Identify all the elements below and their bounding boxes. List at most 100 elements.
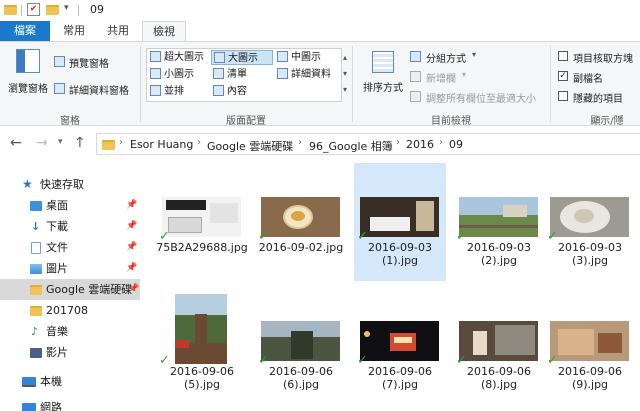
size-all-columns-label: 調整所有欄位至最適大小: [426, 94, 536, 105]
file-tile[interactable]: ✓ 2016-09-06 (8).jpg: [453, 287, 545, 405]
breadcrumb-2016[interactable]: 2016: [406, 138, 434, 151]
nav-item-label: Google 雲端硬碟: [46, 283, 133, 296]
details-pane-label: 詳細資料窗格: [69, 86, 129, 97]
chevron-right-icon: ›: [396, 137, 400, 148]
tiles-icon: [150, 85, 161, 96]
nav-this-pc[interactable]: 本機: [0, 371, 140, 392]
breadcrumb-google-photos[interactable]: 96_Google 相簿: [309, 138, 393, 154]
nav-item-label: 文件: [46, 241, 68, 254]
music-icon: ♪: [31, 325, 39, 338]
layout-item-label: 超大圖示: [164, 52, 204, 63]
chevron-right-icon: ›: [298, 137, 302, 148]
medium-icons-icon: [277, 51, 288, 62]
large-icons-icon: [214, 52, 225, 63]
file-name: 75B2A29688.jpg: [156, 241, 248, 254]
file-thumbnail: [360, 321, 439, 361]
content-icon: [213, 85, 224, 96]
sort-by-button[interactable]: 排序方式: [360, 47, 406, 107]
layout-small-icons[interactable]: 小圖示: [148, 67, 210, 82]
file-tile[interactable]: ✓ 2016-09-02.jpg: [255, 163, 347, 281]
star-icon: ★: [22, 177, 33, 191]
layout-medium-icons[interactable]: 中圖示: [275, 50, 339, 65]
nav-item-music[interactable]: ♪ 音樂: [0, 321, 140, 342]
forward-arrow-icon[interactable]: →: [36, 135, 48, 151]
file-name: 2016-09-06 (7).jpg: [354, 365, 446, 391]
navigation-pane-label: 瀏覽窗格: [8, 84, 48, 95]
item-checkboxes-checkbox[interactable]: [558, 51, 568, 61]
nav-item-201708[interactable]: 201708: [0, 300, 140, 321]
pin-icon[interactable]: 📌: [126, 258, 137, 279]
file-name: 2016-09-06 (5).jpg: [156, 365, 248, 391]
navigation-pane-button[interactable]: 瀏覽窗格: [6, 47, 50, 109]
tab-home[interactable]: 常用: [52, 21, 96, 41]
ribbon-tabs: 檔案 常用 共用 檢視: [0, 21, 640, 41]
back-arrow-icon[interactable]: ←: [10, 135, 22, 151]
file-name-line1: 2016-09-06: [269, 365, 333, 378]
navigation-pane: ★ 快速存取 桌面 📌 ↓ 下載 📌 文件 📌 圖片 📌 Google 雲端硬碟…: [0, 161, 142, 411]
file-thumbnail: [360, 197, 439, 237]
nav-item-label: 音樂: [46, 325, 68, 338]
nav-item-pictures[interactable]: 圖片 📌: [0, 258, 140, 279]
nav-quick-access[interactable]: ★ 快速存取: [0, 174, 140, 195]
file-tile[interactable]: ✓ 2016-09-06 (5).jpg: [156, 287, 248, 405]
file-tile[interactable]: ✓ 2016-09-06 (7).jpg: [354, 287, 446, 405]
nav-item-documents[interactable]: 文件 📌: [0, 237, 140, 258]
details-icon: [277, 68, 288, 79]
file-tile[interactable]: ✓ 2016-09-06 (6).jpg: [255, 287, 347, 405]
pin-icon[interactable]: 📌: [126, 195, 137, 216]
layout-details[interactable]: 詳細資料: [275, 67, 339, 82]
divider: [550, 46, 551, 122]
breadcrumb-09[interactable]: 09: [449, 138, 463, 151]
file-tile[interactable]: ✓ 2016-09-06 (9).jpg: [544, 287, 636, 405]
file-name-line2: (5).jpg: [183, 378, 221, 391]
up-arrow-icon[interactable]: ↑: [74, 135, 86, 151]
customize-quick-access-icon[interactable]: ▾: [64, 3, 69, 13]
nav-item-videos[interactable]: 影片: [0, 342, 140, 363]
layout-list[interactable]: 清單: [211, 67, 273, 82]
preview-pane-icon: [54, 56, 65, 67]
new-folder-icon[interactable]: [46, 5, 59, 15]
breadcrumb-user[interactable]: Esor Huang: [130, 138, 193, 151]
current-view-group-label: 目前檢視: [431, 116, 471, 127]
file-extensions-checkbox[interactable]: ✓: [558, 71, 568, 81]
layout-content[interactable]: 內容: [211, 84, 273, 99]
folder-icon: [30, 306, 42, 316]
hidden-items-checkbox[interactable]: [558, 91, 568, 101]
breadcrumb-google-drive[interactable]: Google 雲端硬碟: [207, 138, 293, 154]
tab-view[interactable]: 檢視: [142, 21, 186, 41]
file-name-line1: 2016-09-06: [467, 365, 531, 378]
tab-file[interactable]: 檔案: [0, 21, 50, 41]
pin-icon[interactable]: 📌: [128, 279, 139, 300]
pin-icon[interactable]: 📌: [126, 216, 137, 237]
file-name-line2: (7).jpg: [381, 378, 419, 391]
layout-scroll-buttons[interactable]: ▴ ▾ ▾: [340, 50, 350, 100]
address-bar-row: ← → ▾ ↑ › Esor Huang › Google 雲端硬碟 › 96_…: [0, 127, 640, 161]
properties-icon[interactable]: ✔: [27, 3, 40, 16]
file-tile[interactable]: ✓ 2016-09-03 (2).jpg: [453, 163, 545, 281]
sort-by-label: 排序方式: [363, 83, 403, 94]
file-tile[interactable]: ✓ 2016-09-03 (3).jpg: [544, 163, 636, 281]
list-icon: [213, 68, 224, 79]
recent-locations-chevron-icon[interactable]: ▾: [58, 137, 63, 147]
file-name-line1: 2016-09-03: [558, 241, 622, 254]
nav-network[interactable]: 網路: [0, 397, 140, 411]
nav-item-label: 影片: [46, 346, 68, 359]
nav-item-desktop[interactable]: 桌面 📌: [0, 195, 140, 216]
divider: [78, 5, 79, 16]
pin-icon[interactable]: 📌: [126, 237, 137, 258]
nav-item-google-drive[interactable]: Google 雲端硬碟 📌: [0, 279, 140, 300]
layout-tiles[interactable]: 並排: [148, 84, 210, 99]
tab-share[interactable]: 共用: [96, 21, 140, 41]
layout-large-icons[interactable]: 大圖示: [211, 50, 273, 65]
nav-item-downloads[interactable]: ↓ 下載 📌: [0, 216, 140, 237]
file-tile-selected[interactable]: ✓ 2016-09-03 (1).jpg: [354, 163, 446, 281]
sort-by-icon: [372, 51, 394, 73]
extra-large-icons-icon: [150, 51, 161, 62]
address-bar[interactable]: › Esor Huang › Google 雲端硬碟 › 96_Google 相…: [96, 133, 640, 155]
nav-this-pc-label: 本機: [40, 375, 62, 388]
layout-extra-large-icons[interactable]: 超大圖示: [148, 50, 210, 65]
file-tile[interactable]: ✓ 75B2A29688.jpg: [156, 163, 248, 281]
divider: [140, 46, 141, 122]
layout-item-label: 清單: [227, 69, 247, 80]
file-thumbnail: [459, 321, 538, 361]
